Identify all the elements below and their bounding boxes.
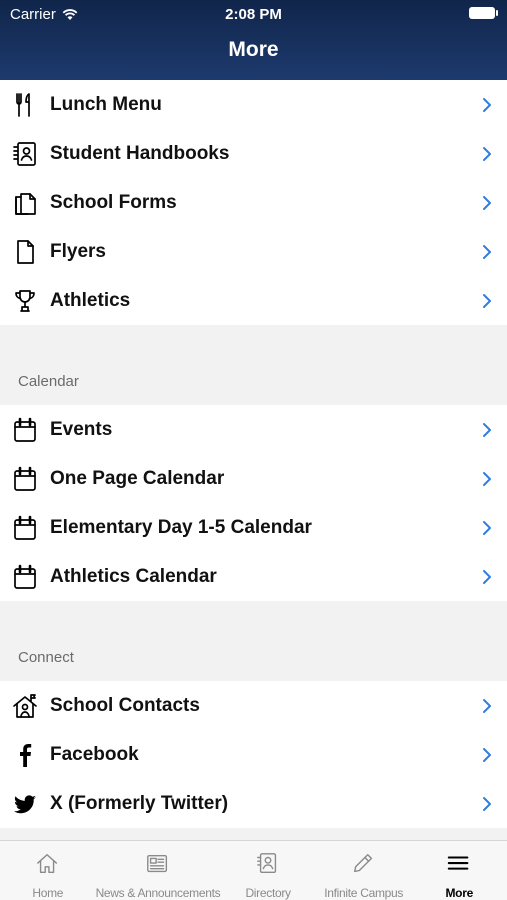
menu-group-connect: School Contacts Facebook X (Formerly Twitt… — [0, 681, 507, 828]
forms-icon — [0, 178, 50, 227]
battery-icon — [469, 7, 498, 19]
chevron-right-icon — [467, 422, 507, 438]
menu-item-facebook[interactable]: Facebook — [0, 730, 507, 779]
tab-label: Home — [32, 886, 64, 900]
menu-item-label: Athletics Calendar — [50, 565, 217, 587]
chevron-right-icon — [467, 569, 507, 585]
menu-item-label: Student Handbooks — [50, 142, 230, 164]
menu-item-label: Elementary Day 1-5 Calendar — [50, 516, 312, 538]
menu-item-student-handbooks[interactable]: Student Handbooks — [0, 129, 507, 178]
menu-item-events[interactable]: Events — [0, 405, 507, 454]
chevron-right-icon — [467, 244, 507, 260]
status-time: 2:08 PM — [225, 6, 282, 23]
menu-icon — [446, 851, 472, 882]
menu-item-label: X (Formerly Twitter) — [50, 792, 229, 814]
menu-item-elementary-day-1-5-calendar[interactable]: Elementary Day 1-5 Calendar — [0, 503, 507, 552]
tab-label: Directory — [245, 886, 291, 900]
chevron-right-icon — [467, 747, 507, 763]
menu-item-label: School Contacts — [50, 694, 200, 716]
chevron-right-icon — [467, 146, 507, 162]
chevron-right-icon — [467, 471, 507, 487]
chevron-right-icon — [467, 520, 507, 536]
section-spacer — [0, 601, 507, 633]
menu-item-school-forms[interactable]: School Forms — [0, 178, 507, 227]
section-spacer — [0, 325, 507, 357]
directory-icon — [255, 851, 281, 882]
header-bar: Carrier 2:08 PM More — [0, 0, 507, 80]
menu-item-label: One Page Calendar — [50, 467, 225, 489]
calendar-icon — [0, 552, 50, 601]
chevron-right-icon — [467, 698, 507, 714]
calendar-icon — [0, 503, 50, 552]
tab-label: More — [445, 886, 473, 900]
handbook-icon — [0, 129, 50, 178]
tab-bar: Home News & Announcements Directory Infinit… — [0, 840, 507, 900]
menu-item-flyers[interactable]: Flyers — [0, 227, 507, 276]
menu-list[interactable]: Lunch Menu Student Handbooks School Forms F… — [0, 80, 507, 840]
menu-item-label: Flyers — [50, 240, 106, 262]
chevron-right-icon — [467, 195, 507, 211]
menu-item-label: Facebook — [50, 743, 139, 765]
menu-item-athletics-calendar[interactable]: Athletics Calendar — [0, 552, 507, 601]
twitter-icon — [0, 779, 50, 828]
chevron-right-icon — [467, 293, 507, 309]
utensils-icon — [0, 80, 50, 129]
pencil-icon — [351, 851, 377, 882]
document-icon — [0, 227, 50, 276]
menu-group-calendar: Events One Page Calendar Elementary Day 1-… — [0, 405, 507, 601]
section-header-connect: Connect — [0, 633, 507, 681]
menu-item-label: Events — [50, 418, 113, 440]
chevron-right-icon — [467, 97, 507, 113]
tab-more[interactable]: More — [411, 841, 507, 900]
calendar-icon — [0, 454, 50, 503]
menu-item-label: School Forms — [50, 191, 177, 213]
menu-group-general: Lunch Menu Student Handbooks School Forms F… — [0, 80, 507, 325]
chevron-right-icon — [467, 796, 507, 812]
menu-item-lunch-menu[interactable]: Lunch Menu — [0, 80, 507, 129]
tab-label: News & Announcements — [95, 886, 221, 900]
menu-item-label: Athletics — [50, 289, 131, 311]
facebook-icon — [0, 730, 50, 779]
section-header-calendar: Calendar — [0, 357, 507, 405]
menu-item-x-formerly-twitter[interactable]: X (Formerly Twitter) — [0, 779, 507, 828]
home-icon — [35, 851, 61, 882]
menu-item-one-page-calendar[interactable]: One Page Calendar — [0, 454, 507, 503]
newspaper-icon — [145, 851, 171, 882]
menu-item-athletics[interactable]: Athletics — [0, 276, 507, 325]
tab-label: Infinite Campus — [324, 886, 404, 900]
tab-news-announcements[interactable]: News & Announcements — [96, 841, 221, 900]
menu-item-school-contacts[interactable]: School Contacts — [0, 681, 507, 730]
status-bar: Carrier 2:08 PM — [0, 0, 507, 28]
trophy-icon — [0, 276, 50, 325]
tab-infinite-campus[interactable]: Infinite Campus — [316, 841, 412, 900]
page-title: More — [228, 38, 279, 61]
school-contacts-icon — [0, 681, 50, 730]
menu-item-label: Lunch Menu — [50, 93, 162, 115]
calendar-icon — [0, 405, 50, 454]
tab-directory[interactable]: Directory — [220, 841, 316, 900]
tab-home[interactable]: Home — [0, 841, 96, 900]
